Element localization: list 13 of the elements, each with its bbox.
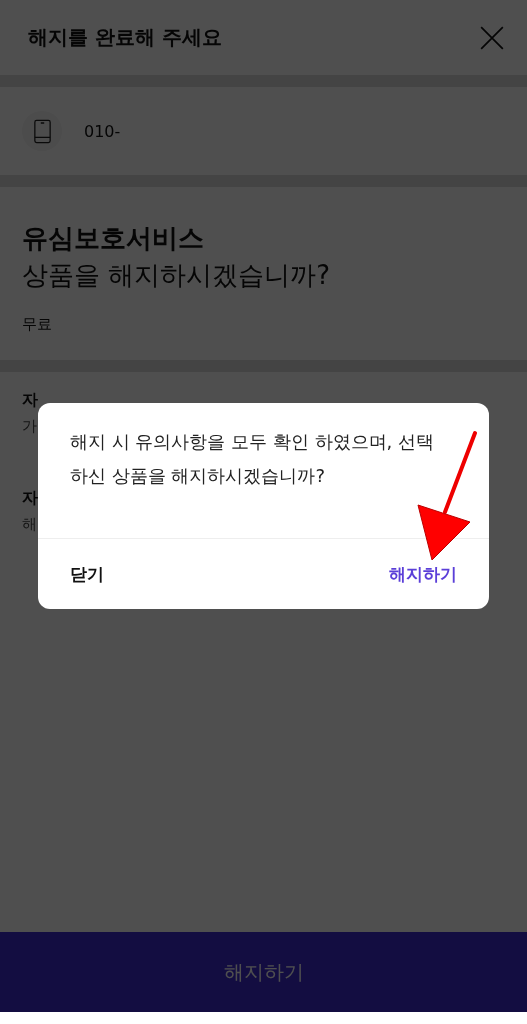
cancel-question: 상품을 해지하시겠습니까? [22,259,332,292]
notice-title: 자 [22,488,39,509]
notice-text: 해 [22,515,38,534]
product-price: 무료 [22,315,53,334]
notice-text: 가 [22,417,38,436]
phone-number: 010- [84,121,121,141]
page-title: 해지를 완료해 주세요 [28,24,222,51]
close-icon[interactable] [479,24,505,51]
close-button[interactable]: 닫기 [64,558,110,590]
product-name: 유심보호서비스 [22,222,205,255]
dialog-message: 해지 시 유의사항을 모두 확인 하였으며, 선택하신 상품을 해지하시겠습니까? [70,430,436,488]
notice-title: 자 [22,390,39,411]
confirm-button[interactable]: 해지하기 [383,558,463,590]
